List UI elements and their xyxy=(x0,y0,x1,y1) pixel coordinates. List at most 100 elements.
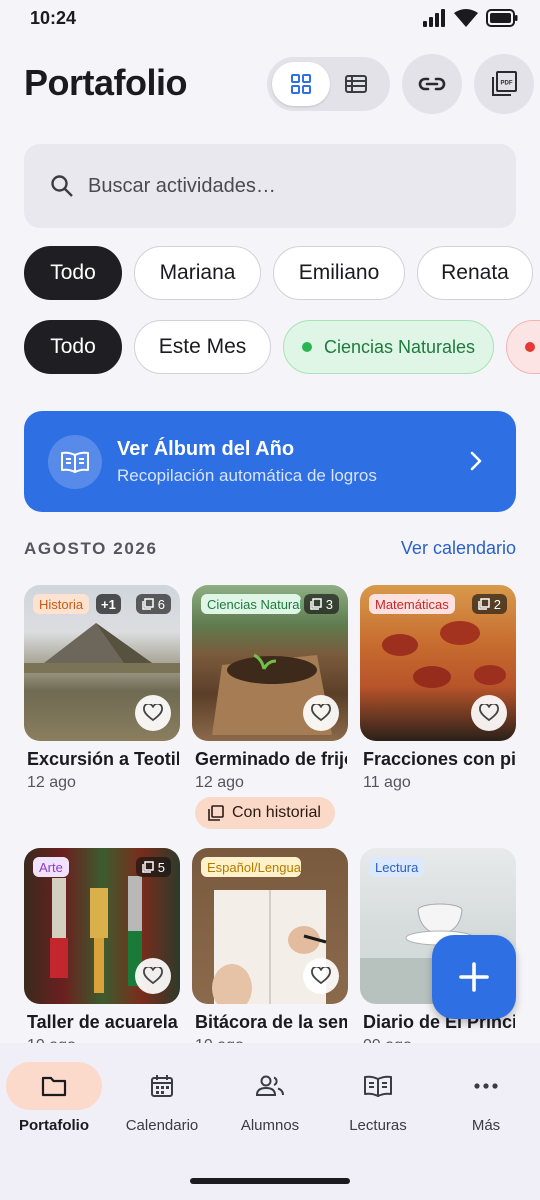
nav-label: Calendario xyxy=(125,1117,199,1134)
activity-photo: Historia +1 6 xyxy=(24,585,180,741)
plus-icon xyxy=(459,962,489,992)
search-bar[interactable] xyxy=(24,144,516,228)
home-indicator xyxy=(190,1178,350,1184)
month-section-title: AGOSTO 2026 xyxy=(24,539,158,558)
year-album-banner[interactable]: Ver Álbum del Año Recopilación automátic… xyxy=(24,411,516,512)
photo-count-badge: 5 xyxy=(135,857,171,877)
svg-text:PDF: PDF xyxy=(501,81,513,87)
activity-card[interactable]: Matemáticas 2 Fracciones con pizza 11 ag… xyxy=(360,585,516,792)
gallery-icon xyxy=(142,861,154,873)
book-icon xyxy=(364,1075,392,1097)
student-chip-renata[interactable]: Renata xyxy=(417,246,533,300)
photo-count: 2 xyxy=(493,596,501,612)
activity-photo: Ciencias Naturales 3 xyxy=(192,585,348,741)
list-view-button[interactable] xyxy=(327,62,385,106)
activity-title: Taller de acuarela xyxy=(27,1012,178,1032)
category-chip-label: Ciencias Naturales xyxy=(323,336,476,357)
gallery-icon xyxy=(478,598,490,610)
nav-icon-wrap xyxy=(222,1062,318,1110)
category-tag: Ciencias Naturales xyxy=(201,594,301,614)
favorite-button[interactable] xyxy=(135,958,171,994)
extra-tag-count: +1 xyxy=(96,594,121,614)
activity-card[interactable]: Arte 5 Taller de acuarela 10 ago xyxy=(24,848,180,1055)
category-dot xyxy=(301,342,312,352)
favorite-button[interactable] xyxy=(303,958,339,994)
grid-view-button[interactable] xyxy=(272,62,330,106)
book-icon xyxy=(61,451,89,473)
activity-title: Fracciones con pizza xyxy=(363,749,515,769)
gallery-icon xyxy=(208,805,224,821)
view-calendar-link[interactable]: Ver calendario xyxy=(401,538,516,559)
nav-portafolio[interactable]: Portafolio xyxy=(0,1043,108,1134)
category-tag: Arte xyxy=(33,857,69,877)
photo-count-badge: 2 xyxy=(471,594,507,614)
search-icon xyxy=(51,175,73,197)
bottom-navigation: Portafolio Calendario Alumnos Lecturas M… xyxy=(0,1043,540,1200)
nav-label: Más xyxy=(471,1117,501,1134)
link-icon xyxy=(418,77,446,91)
nav-label: Portafolio xyxy=(19,1117,89,1134)
heart-icon xyxy=(143,704,163,722)
nav-alumnos[interactable]: Alumnos xyxy=(216,1043,324,1134)
activity-photo: Matemáticas 2 xyxy=(360,585,516,741)
nav-icon-wrap xyxy=(438,1062,534,1110)
people-icon xyxy=(255,1075,284,1096)
activity-photo: Español/Lenguaje xyxy=(192,848,348,1004)
folder-icon xyxy=(41,1076,67,1097)
heart-icon xyxy=(311,704,331,722)
category-dot xyxy=(525,342,535,352)
photo-count-badge: 3 xyxy=(303,594,339,614)
activity-card[interactable]: Ciencias Naturales 3 Germinado de frijol… xyxy=(192,585,348,792)
page-title: Portafolio xyxy=(24,62,188,103)
activity-card[interactable]: Historia +1 6 Excursión a Teotihuacán 12… xyxy=(24,585,180,792)
nav-label: Alumnos xyxy=(240,1117,300,1134)
nav-lecturas[interactable]: Lecturas xyxy=(324,1043,432,1134)
export-pdf-button[interactable]: PDF xyxy=(474,54,534,114)
category-filter-row: Todo Este Mes Ciencias Naturales xyxy=(0,320,540,376)
share-link-button[interactable] xyxy=(402,54,462,114)
chevron-right-icon xyxy=(470,451,482,471)
student-chip-all[interactable]: Todo xyxy=(24,246,122,300)
activity-date: 11 ago xyxy=(363,774,411,791)
table-icon xyxy=(345,75,367,93)
category-tag: Lectura xyxy=(369,857,425,877)
nav-icon-wrap xyxy=(114,1062,210,1110)
category-chip-all[interactable]: Todo xyxy=(24,320,122,374)
album-icon-wrap xyxy=(48,435,102,489)
view-toggle xyxy=(267,57,390,111)
nav-calendario[interactable]: Calendario xyxy=(108,1043,216,1134)
album-title: Ver Álbum del Año xyxy=(117,438,295,460)
favorite-button[interactable] xyxy=(303,695,339,731)
battery-icon xyxy=(486,9,518,27)
album-subtitle: Recopilación automática de logros xyxy=(117,466,377,485)
status-time: 10:24 xyxy=(30,8,77,28)
category-chip-this-month[interactable]: Este Mes xyxy=(134,320,271,374)
status-icons xyxy=(422,9,518,27)
add-activity-button[interactable] xyxy=(432,935,516,1019)
search-input[interactable] xyxy=(88,174,468,198)
activity-title: Excursión a Teotihuacán xyxy=(27,749,179,769)
favorite-button[interactable] xyxy=(471,695,507,731)
favorite-button[interactable] xyxy=(135,695,171,731)
history-badge: Con historial xyxy=(195,797,335,829)
photo-count: 3 xyxy=(325,596,333,612)
category-chip-more[interactable] xyxy=(506,320,540,374)
nav-icon-wrap xyxy=(6,1062,102,1110)
heart-icon xyxy=(143,967,163,985)
nav-mas[interactable]: Más xyxy=(432,1043,540,1134)
activity-photo: Arte 5 xyxy=(24,848,180,1004)
activity-card[interactable]: Español/Lenguaje Bitácora de la semana 1… xyxy=(192,848,348,1055)
category-tag: Español/Lenguaje xyxy=(201,857,301,877)
heart-icon xyxy=(311,967,331,985)
student-chip-emiliano[interactable]: Emiliano xyxy=(273,246,405,300)
heart-icon xyxy=(479,704,499,722)
photo-count-badge: 6 xyxy=(135,594,171,614)
pdf-icon: PDF xyxy=(492,71,517,96)
nav-label: Lecturas xyxy=(349,1117,407,1134)
student-chip-mariana[interactable]: Mariana xyxy=(134,246,261,300)
student-filter-row: Todo Mariana Emiliano Renata xyxy=(0,246,540,302)
calendar-icon xyxy=(151,1075,173,1097)
status-bar: 10:24 xyxy=(0,0,540,40)
more-icon xyxy=(474,1083,498,1089)
category-chip-science[interactable]: Ciencias Naturales xyxy=(283,320,494,374)
